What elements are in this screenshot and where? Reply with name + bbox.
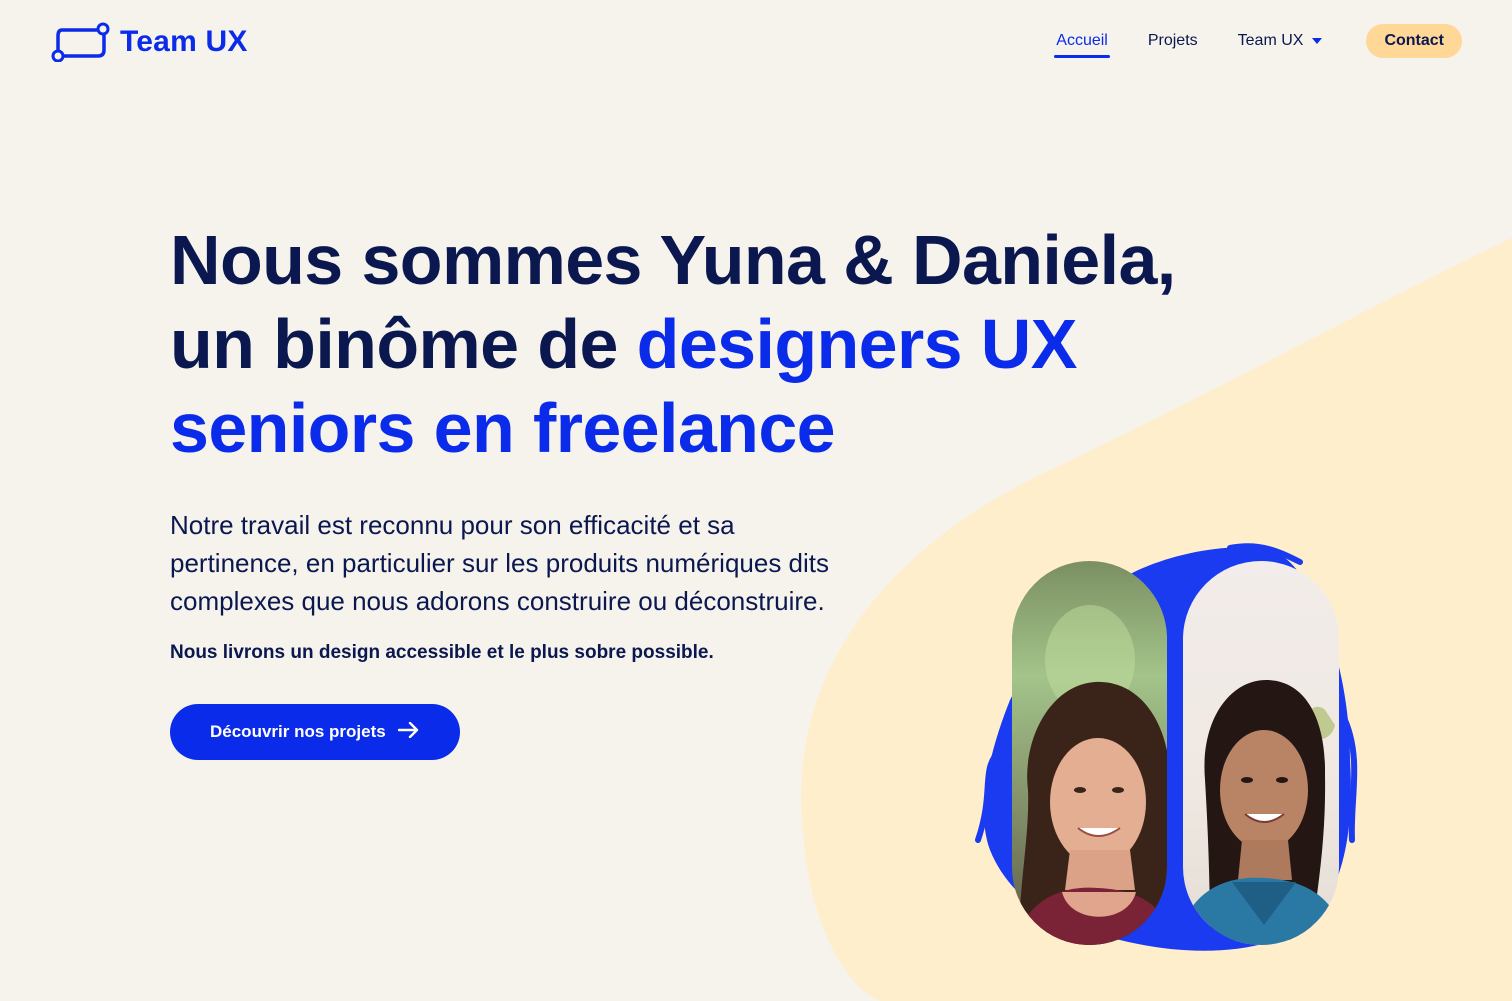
portrait-left: [1012, 561, 1167, 945]
nav-item-team-ux[interactable]: Team UX: [1238, 32, 1323, 50]
discover-projects-button[interactable]: Découvrir nos projets: [170, 704, 460, 760]
arrow-right-icon: [397, 721, 420, 743]
nav-item-team-ux-label: Team UX: [1237, 32, 1304, 49]
contact-button[interactable]: Contact: [1366, 24, 1462, 58]
cta-label: Découvrir nos projets: [210, 722, 386, 741]
hero-title-line1: Nous sommes Yuna & Daniela,: [170, 221, 1176, 299]
logo-link[interactable]: Team UX: [50, 22, 248, 62]
site-header: Team UX Accueil Projets Team UX Contact: [0, 0, 1512, 90]
hero-description: Notre travail est reconnu pour son effic…: [170, 510, 830, 616]
nav-item-accueil[interactable]: Accueil: [1054, 32, 1110, 58]
team-portraits: [970, 540, 1360, 960]
caret-down-icon: [1312, 38, 1323, 44]
hero-title: Nous sommes Yuna & Daniela, un binôme de…: [170, 218, 1250, 470]
main-nav: Accueil Projets Team UX Contact: [1016, 24, 1462, 58]
nav-item-projets[interactable]: Projets: [1148, 32, 1198, 50]
hero-title-accent-1: designers UX: [636, 305, 1078, 383]
brand-name: Team UX: [120, 25, 248, 58]
portrait-right: [1183, 561, 1339, 945]
link-frame-icon: [50, 22, 110, 62]
hero-title-accent-2: seniors en freelance: [170, 389, 836, 467]
hero-title-line2: un binôme de: [170, 305, 637, 383]
